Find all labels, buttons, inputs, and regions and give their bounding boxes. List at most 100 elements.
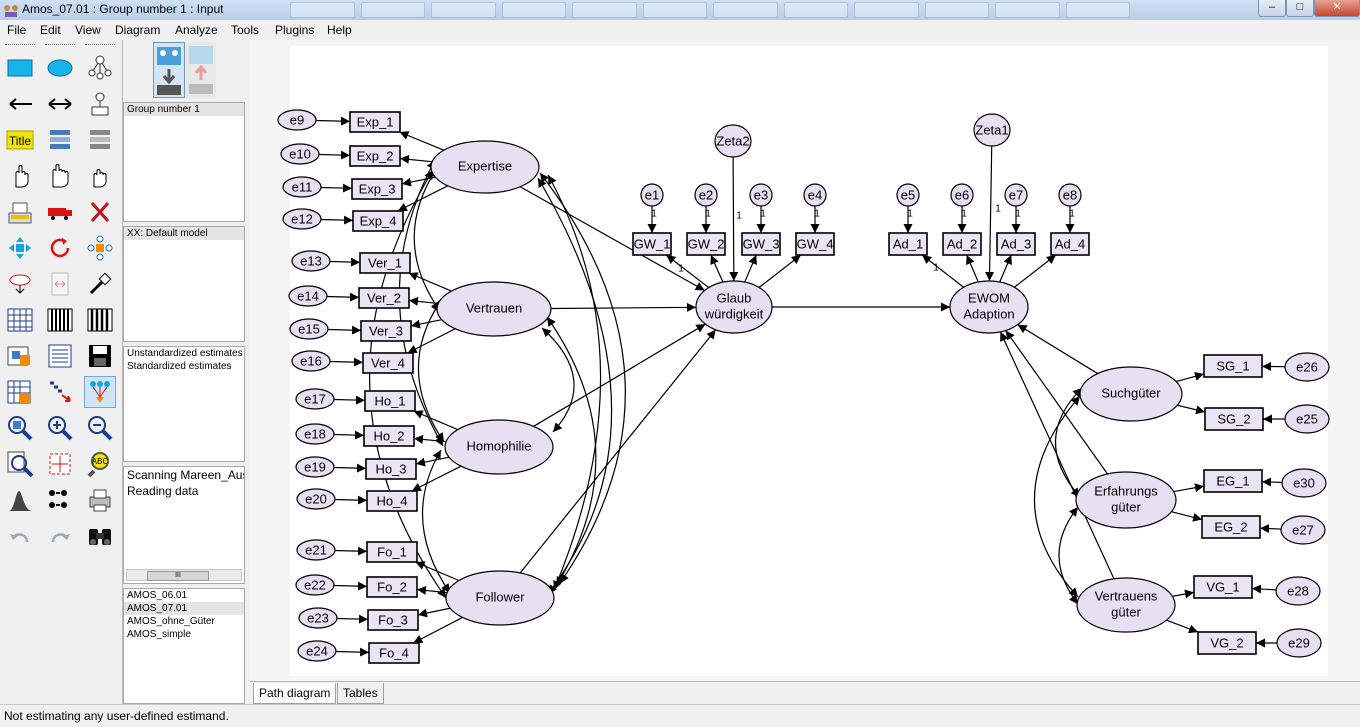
arrow-icon[interactable]	[4, 88, 36, 120]
path-arrow[interactable]	[1252, 589, 1276, 590]
path-arrow[interactable]	[1174, 486, 1204, 491]
covariance-arrow[interactable]	[1059, 507, 1078, 604]
path-arrow[interactable]	[416, 457, 449, 464]
drag-properties-icon[interactable]	[44, 376, 76, 408]
save-icon[interactable]	[84, 340, 116, 372]
covariance-arrow[interactable]	[414, 168, 440, 311]
zoom-page-icon[interactable]	[4, 448, 36, 480]
path-arrow[interactable]	[334, 435, 364, 436]
path-arrow[interactable]	[745, 255, 757, 282]
group-item[interactable]: Group number 1	[124, 103, 244, 116]
path-arrow[interactable]	[1176, 374, 1204, 382]
view-input-button[interactable]	[153, 42, 185, 98]
path-arrow[interactable]	[412, 466, 461, 491]
path-arrow[interactable]	[989, 146, 991, 281]
move-parameter-icon[interactable]	[4, 268, 36, 300]
path-diagram-canvas[interactable]: ExpertiseVertrauenHomophilieFollowerGlau…	[250, 40, 1360, 681]
path-arrow[interactable]	[413, 617, 462, 643]
path-arrow[interactable]	[319, 155, 350, 156]
minimize-button[interactable]: –	[1258, 0, 1286, 17]
covariance-arrow[interactable]	[542, 328, 574, 432]
standardized-estimates-item[interactable]: Standardized estimates	[124, 360, 244, 373]
loupe-icon[interactable]: ABC	[84, 448, 116, 480]
path-arrow[interactable]	[334, 400, 365, 401]
covariance-arrow[interactable]	[423, 450, 450, 593]
zoom-out-icon[interactable]	[84, 412, 116, 444]
select-one-icon[interactable]	[4, 160, 36, 192]
path-arrow[interactable]	[328, 329, 361, 330]
copy-icon[interactable]	[4, 196, 36, 228]
path-arrow[interactable]	[666, 255, 708, 288]
view-text-icon[interactable]	[4, 340, 36, 372]
file-item[interactable]: AMOS_simple	[124, 628, 244, 641]
path-arrow[interactable]	[316, 120, 350, 121]
list-variables-icon[interactable]	[44, 124, 76, 156]
copy-clipboard-icon[interactable]	[44, 340, 76, 372]
list-dataset-icon[interactable]	[84, 124, 116, 156]
close-button[interactable]: ✕	[1314, 0, 1360, 17]
analysis-properties-icon[interactable]	[44, 304, 76, 336]
preserve-symmetry-icon[interactable]	[84, 376, 116, 408]
path-arrow[interactable]	[418, 608, 450, 615]
reflect-icon[interactable]	[84, 232, 116, 264]
model-item[interactable]: XX: Default model	[124, 227, 244, 240]
path-arrow[interactable]	[1000, 255, 1012, 282]
view-output-button[interactable]	[186, 42, 216, 98]
covariance-arrow[interactable]	[540, 173, 625, 583]
unstandardized-estimates-item[interactable]: Unstandardized estimates	[124, 347, 244, 360]
zoom-in-icon[interactable]	[44, 412, 76, 444]
path-diagram[interactable]: ExpertiseVertrauenHomophilieFollowerGlau…	[250, 40, 1360, 681]
path-arrow[interactable]	[520, 187, 705, 291]
path-arrow[interactable]	[411, 320, 442, 326]
path-arrow[interactable]	[336, 651, 369, 652]
file-item[interactable]: AMOS_06.01	[124, 589, 244, 602]
path-arrow[interactable]	[414, 439, 446, 442]
double-arrow-icon[interactable]	[44, 88, 76, 120]
specification-search-icon[interactable]	[84, 520, 116, 552]
path-arrow[interactable]	[334, 467, 366, 468]
touch-up-icon[interactable]	[84, 268, 116, 300]
path-arrow[interactable]	[1166, 620, 1198, 632]
log-horizontal-scrollbar[interactable]: III	[126, 569, 242, 581]
zoom-in-area-icon[interactable]	[4, 412, 36, 444]
indicator-icon[interactable]	[84, 52, 116, 84]
path-arrow[interactable]	[733, 157, 734, 281]
path-arrow[interactable]	[922, 255, 963, 287]
path-arrow[interactable]	[330, 262, 360, 263]
select-data-icon[interactable]	[4, 304, 36, 336]
path-arrow[interactable]	[1014, 255, 1055, 287]
path-arrow[interactable]	[1172, 592, 1194, 596]
move-icon[interactable]	[44, 196, 76, 228]
unique-variable-icon[interactable]	[84, 88, 116, 120]
shape-change-icon[interactable]	[4, 232, 36, 264]
erase-icon[interactable]	[84, 196, 116, 228]
multigroup-icon[interactable]	[44, 484, 76, 516]
path-arrow[interactable]	[1260, 528, 1281, 529]
path-arrow[interactable]	[334, 585, 367, 586]
scroll-thumb[interactable]: III	[147, 571, 209, 581]
menu-plugins[interactable]: Plugins	[275, 23, 314, 37]
menu-edit[interactable]: Edit	[40, 23, 61, 37]
path-arrow[interactable]	[400, 159, 432, 162]
path-arrow[interactable]	[1262, 482, 1282, 483]
bayesian-icon[interactable]	[4, 484, 36, 516]
deselect-icon[interactable]	[84, 160, 116, 192]
menu-file[interactable]: File	[7, 23, 26, 37]
path-arrow[interactable]	[711, 255, 723, 282]
path-arrow[interactable]	[1018, 325, 1098, 374]
select-all-icon[interactable]	[44, 160, 76, 192]
path-arrow[interactable]	[337, 619, 368, 620]
ellipse-icon[interactable]	[44, 52, 76, 84]
path-arrow[interactable]	[335, 550, 367, 551]
path-arrow[interactable]	[330, 361, 363, 362]
menu-tools[interactable]: Tools	[231, 23, 259, 37]
path-arrow[interactable]	[408, 329, 456, 353]
path-arrow[interactable]	[399, 132, 443, 150]
path-arrow[interactable]	[551, 307, 696, 308]
calculate-icon[interactable]	[84, 304, 116, 336]
menu-view[interactable]: View	[75, 23, 101, 37]
path-arrow[interactable]	[1171, 512, 1202, 520]
file-item[interactable]: AMOS_ohne_Güter	[124, 615, 244, 628]
file-item-selected[interactable]: AMOS_07.01	[124, 602, 244, 615]
scroll-icon[interactable]	[44, 268, 76, 300]
